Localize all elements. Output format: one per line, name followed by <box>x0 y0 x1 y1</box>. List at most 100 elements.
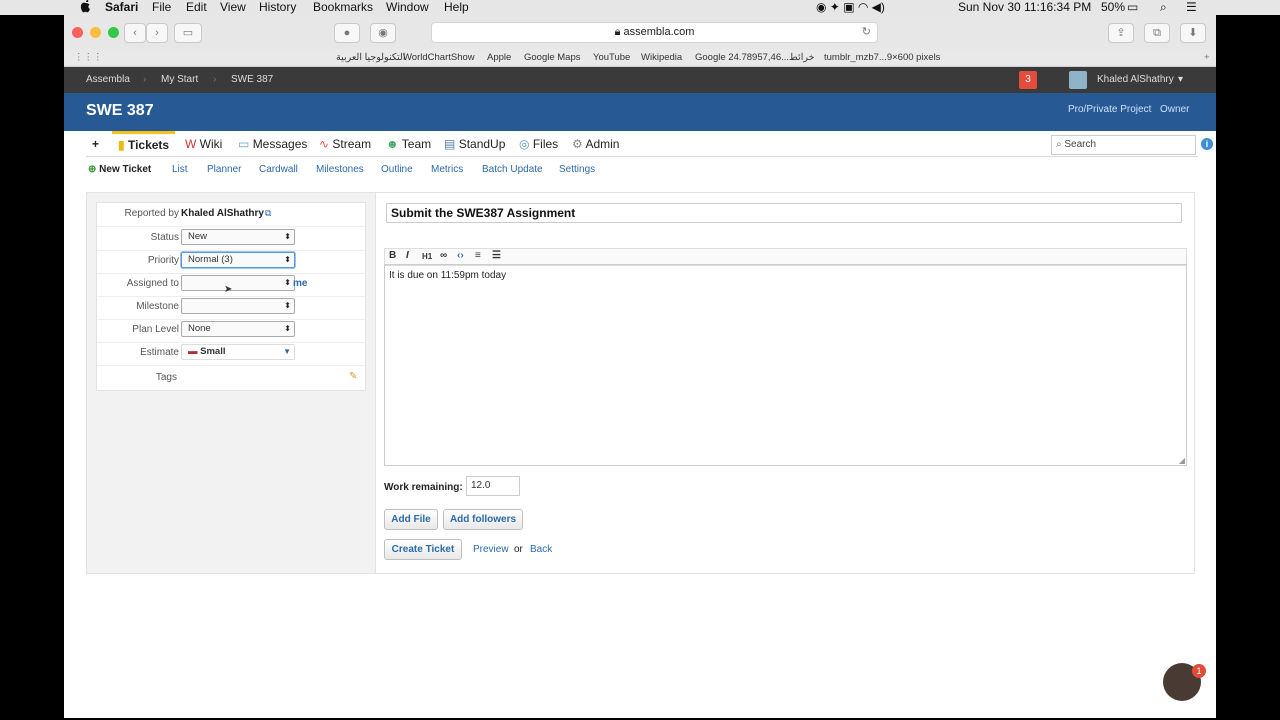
project-title[interactable]: SWE 387 <box>86 102 154 120</box>
subnav-batch-update[interactable]: Batch Update <box>482 161 543 179</box>
spotlight-icon[interactable]: ⌕ <box>1160 0 1167 15</box>
status-row: Status New ⬍ <box>97 227 365 251</box>
italic-icon[interactable]: I <box>406 250 409 261</box>
menu-window[interactable]: Window <box>386 0 429 15</box>
info-icon[interactable]: i <box>1201 138 1213 150</box>
subnav-metrics[interactable]: Metrics <box>431 161 463 179</box>
tab-files[interactable]: ◎ Files <box>519 133 558 155</box>
heading-icon[interactable]: H1 <box>422 252 432 261</box>
menu-history[interactable]: History <box>259 0 296 15</box>
downloads-icon[interactable]: ⬇ <box>1180 23 1206 43</box>
breadcrumb-project[interactable]: SWE 387 <box>231 67 273 93</box>
forward-icon[interactable]: › <box>146 23 168 43</box>
menu-help[interactable]: Help <box>444 0 469 15</box>
status-label: Status <box>150 232 179 243</box>
zoom-window-icon[interactable] <box>108 27 119 38</box>
favorite-arabic-tech[interactable]: التكنولوجيا العربية <box>336 49 405 66</box>
minimize-window-icon[interactable] <box>90 27 101 38</box>
favorite-wikipedia[interactable]: Wikipedia <box>641 49 682 66</box>
tab-team[interactable]: ☻ Team <box>386 133 431 155</box>
user-name[interactable]: Khaled AlShathry <box>1097 67 1174 93</box>
tab-tickets[interactable]: ▮ Tickets <box>112 131 176 156</box>
back-link[interactable]: Back <box>530 544 552 555</box>
status-select[interactable]: New ⬍ <box>181 229 295 245</box>
tab-messages-label: Messages <box>252 137 308 151</box>
tags-label: Tags <box>155 372 177 383</box>
link-icon[interactable]: ∞ <box>440 250 447 261</box>
reload-icon[interactable]: ↻ <box>862 23 871 42</box>
estimate-select[interactable]: ▬ Small ▼ <box>181 344 295 360</box>
plan-level-select[interactable]: None ⬍ <box>181 321 295 337</box>
edit-pencil-icon[interactable]: ✎ <box>349 371 357 382</box>
assigned-select[interactable]: ⬍ <box>181 275 295 291</box>
breadcrumb-my-start[interactable]: My Start <box>161 67 198 93</box>
ticket-title-input[interactable]: Submit the SWE387 Assignment <box>386 203 1182 223</box>
owner-link[interactable]: Owner <box>1160 104 1189 115</box>
subnav-planner[interactable]: Planner <box>207 161 241 179</box>
resize-handle-icon[interactable]: ◢ <box>1179 456 1185 465</box>
external-link-icon[interactable]: ⧉ <box>265 208 271 219</box>
caret-down-icon[interactable]: ▾ <box>1178 67 1183 93</box>
tab-messages[interactable]: ▭ Messages <box>238 133 307 155</box>
add-file-button[interactable]: Add File <box>384 509 438 530</box>
close-window-icon[interactable] <box>72 27 83 38</box>
gear-icon: ⚙ <box>572 137 583 151</box>
preview-link[interactable]: Preview <box>473 544 509 555</box>
app-menu[interactable]: Safari <box>105 0 138 15</box>
favorite-apple[interactable]: Apple <box>487 49 511 66</box>
search-input[interactable]: ⌕ Search <box>1051 135 1196 155</box>
notification-badge[interactable]: 3 <box>1019 71 1037 89</box>
add-tool-tab[interactable]: + <box>92 133 99 155</box>
battery-level[interactable]: 50% <box>1101 0 1125 15</box>
unordered-list-icon[interactable]: ☰ <box>492 250 501 261</box>
favorite-youtube[interactable]: YouTube <box>593 49 630 66</box>
tab-admin[interactable]: ⚙ Admin <box>572 133 619 155</box>
add-followers-button[interactable]: Add followers <box>443 509 523 530</box>
subnav-milestones[interactable]: Milestones <box>316 161 364 179</box>
user-avatar[interactable] <box>1069 71 1087 89</box>
menu-file[interactable]: File <box>152 0 171 15</box>
files-icon: ◎ <box>519 137 530 151</box>
share-icon[interactable]: ⇪ <box>1108 23 1134 43</box>
priority-select[interactable]: Normal (3) ⬍ <box>181 252 295 268</box>
create-ticket-button[interactable]: Create Ticket <box>384 539 462 560</box>
subnav-cardwall[interactable]: Cardwall <box>259 161 298 179</box>
grid-icon[interactable]: ⋮⋮⋮ <box>74 49 103 66</box>
address-bar[interactable]: 🔒︎ assembla.com ↻ <box>431 22 878 43</box>
ordered-list-icon[interactable]: ≡ <box>475 250 481 261</box>
assigned-label: Assigned to <box>126 278 179 289</box>
menu-view[interactable]: View <box>220 0 246 15</box>
subnav-list[interactable]: List <box>172 161 188 179</box>
tabs-overview-icon[interactable]: ⧉ <box>1144 23 1170 43</box>
ticket-description-editor[interactable]: It is due on 11:59pm today ◢ <box>384 264 1187 466</box>
add-tab-icon[interactable]: + <box>1204 49 1210 66</box>
assign-me-link[interactable]: me <box>293 278 307 289</box>
favorite-tumblr-image[interactable]: tumblr_mzb7...9×600 pixels <box>824 49 940 66</box>
extension-icon[interactable]: ◉ <box>370 23 396 43</box>
code-icon[interactable]: ‹› <box>457 250 464 261</box>
notification-center-icon[interactable]: ☰ <box>1186 0 1197 15</box>
back-icon[interactable]: ‹ <box>124 23 146 43</box>
favorite-worldchartshow[interactable]: WorldChartShow <box>403 49 475 66</box>
privacy-icon[interactable]: ● <box>334 23 360 43</box>
tab-stream[interactable]: ∿ Stream <box>319 133 371 155</box>
breadcrumb-assembla[interactable]: Assembla <box>86 67 130 93</box>
favorite-google-maps[interactable]: Google Maps <box>524 49 581 66</box>
clock[interactable]: Sun Nov 30 11:16:34 PM <box>958 0 1091 15</box>
chat-badge[interactable]: 1 <box>1192 664 1206 678</box>
favorite-google-maps-coords[interactable]: Google خرائط...24.78957,46 <box>695 49 814 66</box>
sidebar-icon[interactable]: ▭ <box>174 23 202 43</box>
work-remaining-input[interactable]: 12.0 <box>466 476 520 496</box>
reporter-name[interactable]: Khaled AlShathry <box>181 208 264 219</box>
menu-bookmarks[interactable]: Bookmarks <box>313 0 373 15</box>
tab-standup[interactable]: ▤ StandUp <box>444 133 505 155</box>
subnav-settings[interactable]: Settings <box>559 161 595 179</box>
subnav-outline[interactable]: Outline <box>381 161 413 179</box>
tab-wiki[interactable]: W Wiki <box>185 133 222 155</box>
team-icon: ☻ <box>386 137 399 151</box>
project-type-link[interactable]: Pro/Private Project <box>1068 104 1151 115</box>
bold-icon[interactable]: B <box>389 250 396 261</box>
milestone-select[interactable]: ⬍ <box>181 298 295 314</box>
new-ticket-link[interactable]: ⊕ New Ticket <box>88 161 151 179</box>
menu-edit[interactable]: Edit <box>186 0 207 15</box>
